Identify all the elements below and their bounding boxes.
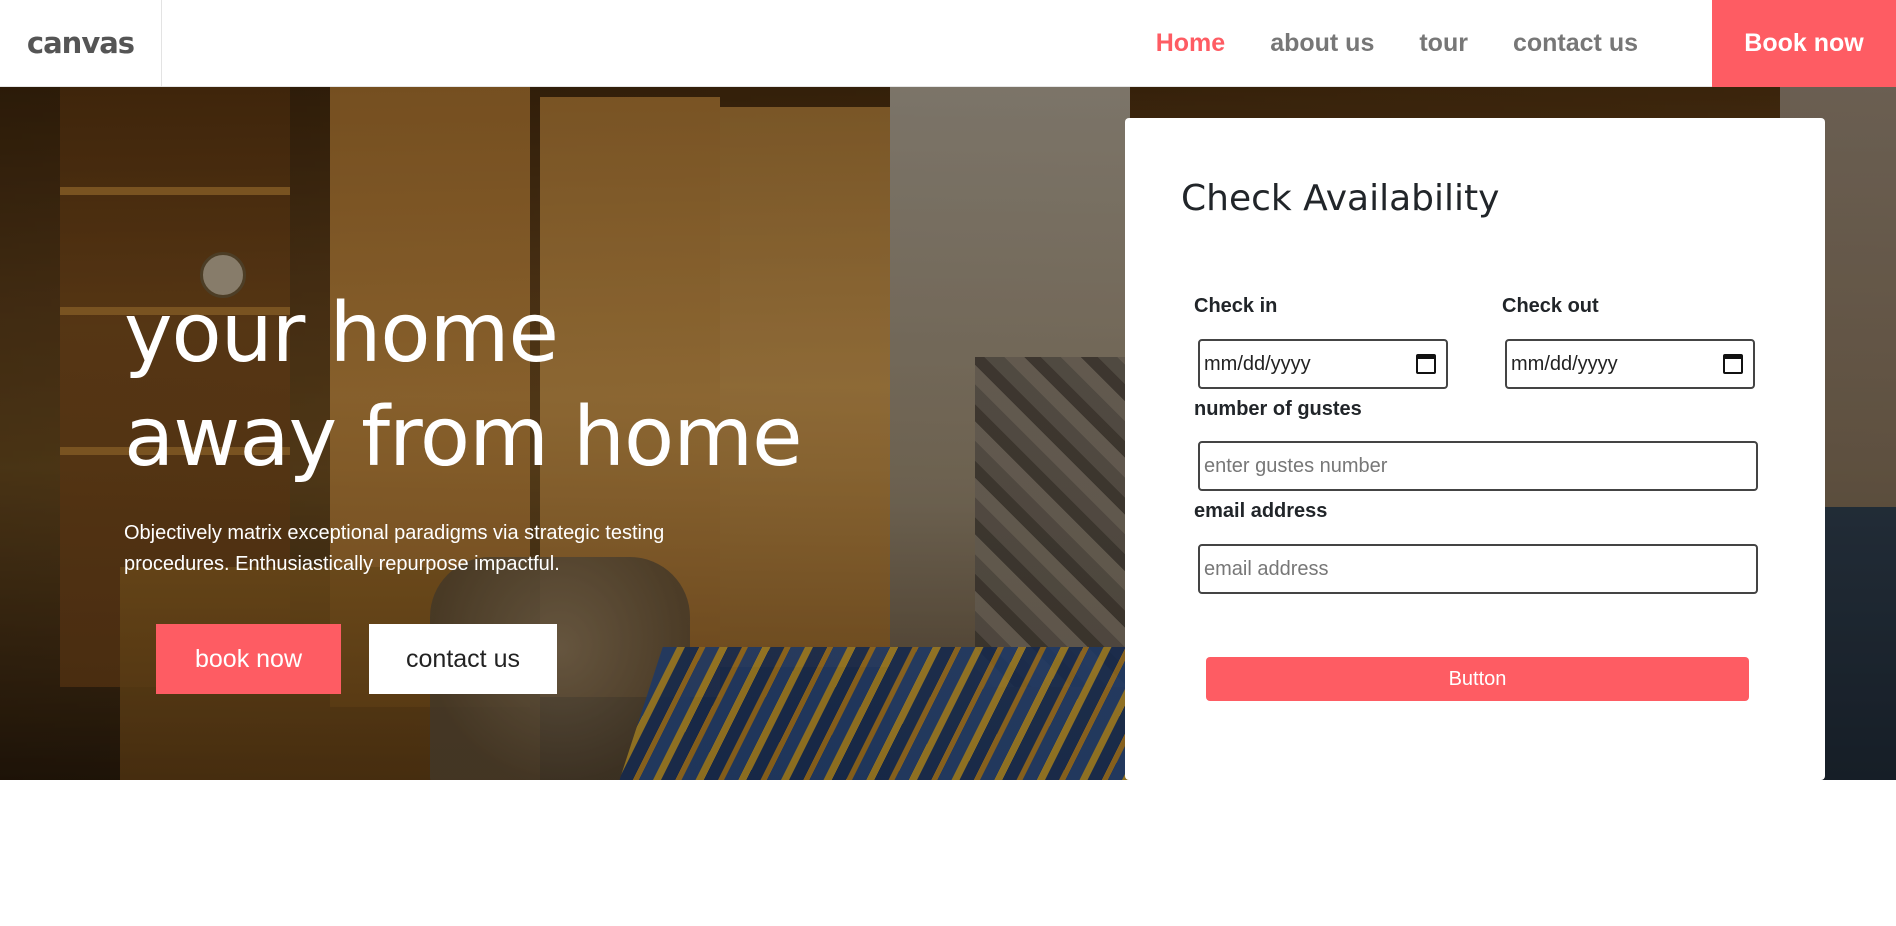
check-availability-card: Check Availability Check in mm/dd/yyyy C… [1125, 118, 1825, 780]
contact-us-button[interactable]: contact us [369, 624, 557, 694]
check-out-date-input[interactable]: mm/dd/yyyy [1505, 339, 1755, 389]
card-title: Check Availability [1181, 178, 1500, 219]
check-out-label: Check out [1502, 295, 1599, 317]
book-now-nav-button[interactable]: Book now [1712, 0, 1896, 87]
nav-link-home[interactable]: Home [1156, 29, 1225, 58]
email-field[interactable] [1198, 544, 1758, 594]
hero-text: your home away from home Objectively mat… [124, 282, 844, 580]
calendar-icon[interactable] [1723, 354, 1743, 374]
check-out-value: mm/dd/yyyy [1511, 352, 1618, 375]
nav-link-tour[interactable]: tour [1419, 29, 1468, 58]
nav-links: Home about us tour contact us [1156, 0, 1638, 87]
guests-field[interactable] [1198, 441, 1758, 491]
hero-title: your home away from home [124, 282, 844, 490]
nav-link-contact-us[interactable]: contact us [1513, 29, 1638, 58]
calendar-icon[interactable] [1416, 354, 1436, 374]
check-in-value: mm/dd/yyyy [1204, 352, 1311, 375]
hero-title-line-2: away from home [124, 390, 803, 485]
hero-buttons: book now contact us [156, 624, 557, 694]
guests-input[interactable] [1202, 443, 1756, 489]
top-navbar: canvas Home about us tour contact us Boo… [0, 0, 1896, 87]
canvas-logo[interactable]: canvas [0, 0, 162, 87]
email-input[interactable] [1202, 546, 1756, 592]
hero-title-line-1: your home [124, 286, 559, 381]
nav-link-about-us[interactable]: about us [1270, 29, 1374, 58]
book-now-button[interactable]: book now [156, 624, 341, 694]
check-in-date-input[interactable]: mm/dd/yyyy [1198, 339, 1448, 389]
guests-label: number of gustes [1194, 398, 1362, 420]
hero-section: your home away from home Objectively mat… [0, 87, 1896, 780]
check-in-label: Check in [1194, 295, 1278, 317]
email-label: email address [1194, 500, 1328, 522]
submit-button[interactable]: Button [1206, 657, 1749, 701]
hero-description: Objectively matrix exceptional paradigms… [124, 522, 665, 575]
